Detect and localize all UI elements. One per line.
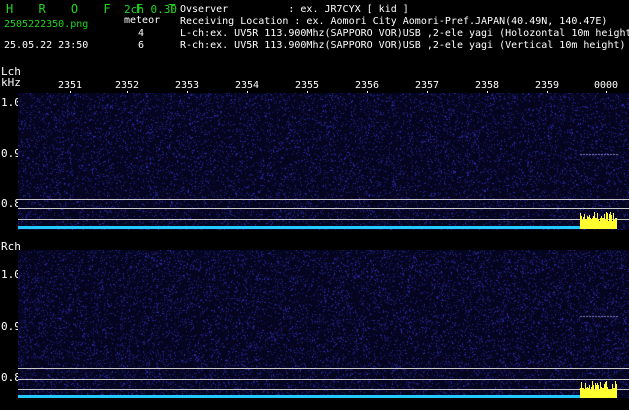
rch-noise-canvas <box>18 250 629 398</box>
datetime: 25.05.22 23:50 <box>4 40 89 51</box>
filename: 2505222350.png <box>4 19 89 30</box>
meteor-label: meteor <box>124 15 161 26</box>
time-tick-label: 2355 <box>295 80 320 91</box>
time-tick-label: 2356 <box>355 80 380 91</box>
rch-ref-line-2 <box>18 379 629 380</box>
rch-info-line: R-ch:ex. UV5R 113.900Mhz(SAPPORO VOR)USB… <box>180 40 626 51</box>
meteor-count-r: 6 <box>138 40 145 51</box>
location-line: Receiving Location : ex. Aomori City Aom… <box>180 16 608 27</box>
time-tick-label: 2352 <box>115 80 140 91</box>
time-tick-label: 2358 <box>475 80 500 91</box>
lch-cyan-baseline <box>18 226 580 229</box>
meteor-count-l: 4 <box>138 28 145 39</box>
time-tick-label: 2351 <box>58 80 83 91</box>
time-tick-label: 0000 <box>594 80 619 91</box>
detection-bar <box>616 384 617 398</box>
rch-ref-line-1 <box>18 368 629 369</box>
time-tick-label: 2354 <box>235 80 260 91</box>
rch-cyan-baseline <box>18 395 580 398</box>
lch-info-line: L-ch:ex. UV5R 113.900Mhz(SAPPORO VOR)USB… <box>180 28 629 39</box>
detection-bar <box>616 218 617 229</box>
rch-ref-line-3 <box>18 389 629 390</box>
lch-ref-line-1 <box>18 199 629 200</box>
time-tick-label: 2353 <box>175 80 200 91</box>
observer-line: Ovserver : ex. JR7CYX [ kid ] <box>180 4 409 15</box>
lch-ref-line-3 <box>18 219 629 220</box>
mode-label: 2ch 0.30 <box>124 3 177 16</box>
time-tick-label: 2357 <box>415 80 440 91</box>
lch-spectrogram <box>18 93 629 230</box>
khz-label: kHz <box>1 76 21 89</box>
lch-noise-canvas <box>18 93 629 230</box>
rch-spectrogram <box>18 250 629 398</box>
time-tick-label: 2359 <box>535 80 560 91</box>
lch-ref-line-2 <box>18 208 629 209</box>
